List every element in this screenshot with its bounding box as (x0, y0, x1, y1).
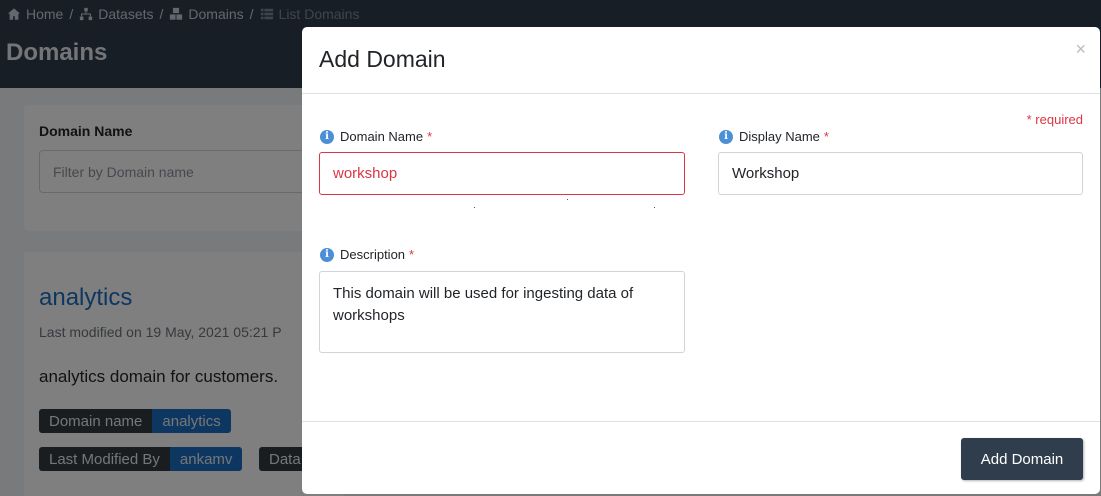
domain-name-label: i Domain Name * (320, 129, 432, 144)
modal-header: Add Domain × (302, 27, 1100, 94)
display-name-label: i Display Name * (719, 129, 829, 144)
description-textarea[interactable]: This domain will be used for ingesting d… (319, 271, 685, 353)
validation-message-placeholder (474, 199, 655, 211)
info-icon[interactable]: i (719, 129, 733, 144)
info-icon[interactable]: i (320, 129, 334, 144)
dot (567, 199, 568, 200)
add-domain-modal: Add Domain × * required i Domain Name * … (302, 27, 1100, 494)
close-icon[interactable]: × (1075, 39, 1086, 60)
display-name-label-text: Display Name (739, 129, 820, 144)
required-star: * (427, 129, 433, 144)
add-domain-button[interactable]: Add Domain (961, 438, 1083, 480)
dot (474, 207, 475, 208)
description-label: i Description * (320, 247, 414, 262)
domain-name-label-text: Domain Name (340, 129, 424, 144)
info-icon[interactable]: i (320, 247, 334, 262)
required-star: * (823, 129, 829, 144)
required-note: * required (1026, 112, 1083, 127)
required-star: * (409, 247, 415, 262)
domain-name-input[interactable] (319, 152, 685, 195)
description-label-text: Description (340, 247, 406, 262)
dot (654, 207, 655, 208)
display-name-input[interactable] (718, 152, 1083, 195)
modal-title: Add Domain (319, 46, 446, 72)
